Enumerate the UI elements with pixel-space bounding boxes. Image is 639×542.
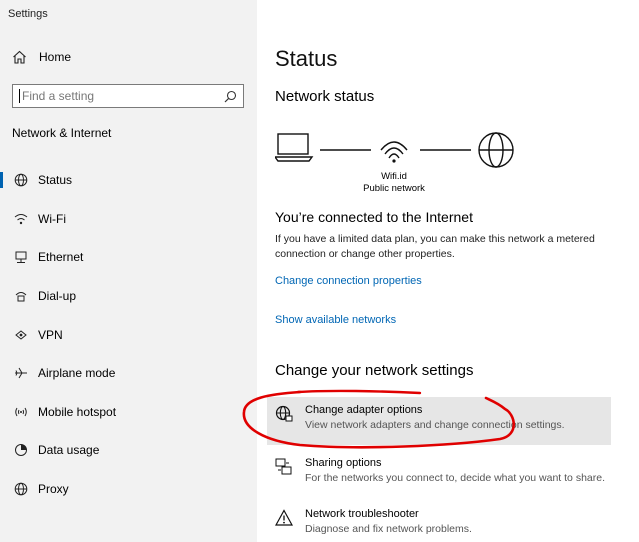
page-title: Status [275,46,338,71]
connected-heading: You’re connected to the Internet [275,209,473,225]
home-label: Home [39,50,72,64]
network-type: Public network [363,183,425,194]
option-description: View network adapters and change connect… [305,419,565,431]
text-caret [19,89,20,103]
sidebar-item-vpn[interactable]: VPN [0,315,257,354]
home-icon [13,50,26,64]
sidebar-item-status[interactable]: Status [0,161,257,200]
data-usage-icon [12,441,30,459]
network-status-heading: Network status [275,88,375,105]
sidebar-item-proxy[interactable]: Proxy [0,470,257,509]
main-pane: Status Network status Wifi.id Public net… [257,0,639,542]
network-diagram-graphic [273,132,514,168]
ethernet-icon [12,248,30,266]
laptop-icon [273,133,314,162]
network-diagram: Wifi.id Public network [273,128,525,198]
change-adapter-options-item[interactable]: Change adapter options View network adap… [267,397,611,445]
sidebar-item-label: Proxy [38,482,69,497]
dialup-icon [12,287,30,305]
option-description: For the networks you connect to, decide … [305,472,605,484]
sidebar-item-label: Airplane mode [38,366,116,381]
internet-globe-icon [478,132,514,168]
adapter-globe-icon [275,405,297,428]
globe-icon [12,171,30,189]
search-box[interactable]: Find a setting [12,84,244,108]
sidebar-item-label: Wi-Fi [38,211,66,226]
sharing-icon [275,458,297,481]
sidebar-item-dialup[interactable]: Dial-up [0,277,257,316]
sidebar-item-label: Status [38,173,73,188]
option-title: Network troubleshooter [305,508,419,520]
sidebar-item-label: Ethernet [38,250,84,265]
change-connection-properties-link[interactable]: Change connection properties [275,275,422,287]
home-link[interactable]: Home [12,50,71,64]
search-input[interactable]: Find a setting [22,89,224,103]
airplane-icon [12,364,30,382]
connected-description: If you have a limited data plan, you can… [275,233,595,260]
sidebar-item-hotspot[interactable]: Mobile hotspot [0,393,257,432]
option-title: Sharing options [305,457,382,469]
globe-icon [12,480,30,498]
warning-icon [274,509,297,532]
change-settings-heading: Change your network settings [275,362,474,379]
sidebar-item-wifi[interactable]: Wi-Fi [0,200,257,239]
sidebar-nav: Status Wi-Fi Ethernet Dial-up VPN Airpla… [0,161,257,508]
network-name: Wifi.id [381,171,407,182]
vpn-icon [12,326,30,344]
option-title: Change adapter options [305,404,423,416]
section-title: Network & Internet [12,126,112,140]
wifi-signal-icon [380,141,408,163]
show-available-networks-link[interactable]: Show available networks [275,314,396,326]
sidebar-item-data-usage[interactable]: Data usage [0,431,257,470]
option-description: Diagnose and fix network problems. [305,523,472,535]
app-title: Settings [8,8,48,20]
sidebar-item-label: Data usage [38,443,100,458]
sidebar-item-label: Dial-up [38,289,77,304]
sharing-options-item[interactable]: Sharing options For the networks you con… [267,450,611,498]
sidebar: Settings Home Find a setting Network & I… [0,0,257,542]
sidebar-item-ethernet[interactable]: Ethernet [0,238,257,277]
network-troubleshooter-item[interactable]: Network troubleshooter Diagnose and fix … [267,501,611,542]
sidebar-item-label: Mobile hotspot [38,404,117,419]
sidebar-item-label: VPN [38,327,63,342]
wifi-icon [12,210,30,228]
sidebar-item-airplane[interactable]: Airplane mode [0,354,257,393]
search-icon[interactable] [224,90,237,103]
hotspot-icon [12,403,30,421]
